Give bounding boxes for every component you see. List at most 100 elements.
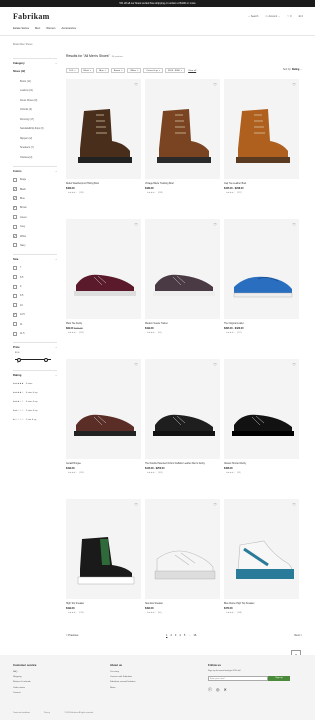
- heart-icon[interactable]: ♡: [292, 502, 296, 507]
- rating-toggle[interactable]: Rating −: [13, 374, 57, 377]
- rating-option[interactable]: ★☆☆☆☆ 1 star & up: [13, 415, 57, 424]
- filter-chip[interactable]: Black ×: [80, 68, 95, 73]
- filter-chip[interactable]: $100 - $300 ×: [165, 68, 186, 73]
- product-thumbnail[interactable]: ♡: [66, 499, 141, 599]
- size-option[interactable]: 11.5: [13, 329, 57, 338]
- category-item[interactable]: Sneakers (7): [13, 143, 57, 153]
- product-name[interactable]: The Double Patented Oxford Calfskin Leat…: [145, 463, 220, 465]
- product-name[interactable]: Gerald Brogue: [66, 463, 141, 465]
- close-icon[interactable]: ×: [181, 70, 182, 72]
- product-card[interactable]: ♡ Gerald Brogue $199.00 ★★★★☆ (120): [66, 359, 141, 499]
- page-number[interactable]: 1: [166, 634, 167, 637]
- product-card[interactable]: ♡ Rebel Weatherproof Hiking Boot $469.00 ★★…: [66, 79, 141, 219]
- page-number[interactable]: 5: [184, 634, 185, 637]
- newsletter-email-input[interactable]: Enter your email: [208, 676, 268, 681]
- product-card[interactable]: ♡ Blue Flame High Top Sneaker $470.00 ★★★★☆…: [224, 499, 299, 639]
- colors-option[interactable]: ✓ Brown: [13, 203, 57, 212]
- product-thumbnail[interactable]: ♡: [145, 219, 220, 319]
- footer-link[interactable]: News: [110, 686, 135, 691]
- rating-option[interactable]: ★★☆☆☆ 2 stars & up: [13, 406, 57, 415]
- product-card[interactable]: ♡ Modern Suede Trainer $199.00 ★★★★☆ (99): [145, 219, 220, 359]
- product-name[interactable]: New Era Sneaker: [145, 603, 220, 605]
- breadcrumb[interactable]: Books Men Shoes: [13, 43, 32, 46]
- category-item[interactable]: Chelsea (2): [13, 153, 57, 163]
- filter-chip[interactable]: White ×: [127, 68, 142, 73]
- heart-icon[interactable]: ♡: [292, 362, 296, 367]
- category-item[interactable]: Oxfords (3): [13, 105, 57, 115]
- heart-icon[interactable]: ♡: [213, 502, 217, 507]
- nav-estate[interactable]: Estate Series: [13, 27, 29, 30]
- nav-women[interactable]: Women: [46, 27, 55, 30]
- product-card[interactable]: ♡ Plain Toe Derby $99.00 $177.00 ★★★★☆ (209): [66, 219, 141, 359]
- heart-icon[interactable]: ♡: [134, 82, 138, 87]
- product-card[interactable]: ♡ The Double Patented Oxford Calfskin Lea…: [145, 359, 220, 499]
- close-icon[interactable]: ×: [74, 70, 75, 72]
- product-name[interactable]: Vintage Blaze Trekking Boot: [145, 183, 220, 185]
- next-page-link[interactable]: Next >: [294, 634, 302, 637]
- checkbox[interactable]: [13, 322, 17, 327]
- page-number[interactable]: 2: [170, 634, 171, 637]
- checkbox[interactable]: [13, 215, 17, 220]
- checkbox[interactable]: [13, 265, 17, 270]
- heart-icon[interactable]: ♡: [213, 362, 217, 367]
- category-item[interactable]: Sandals&Flip-flops (3): [13, 124, 57, 134]
- product-card[interactable]: ♡ New Era Sneaker $490.00 ★★★★☆ (90): [145, 499, 220, 639]
- colors-option[interactable]: Grey: [13, 222, 57, 231]
- close-icon[interactable]: ×: [105, 70, 106, 72]
- heart-icon[interactable]: ♡: [134, 222, 138, 227]
- size-option[interactable]: 7: [13, 263, 57, 272]
- product-thumbnail[interactable]: ♡: [224, 79, 299, 179]
- nav-men[interactable]: Men: [35, 27, 40, 30]
- close-icon[interactable]: ×: [90, 70, 91, 72]
- prev-page-link[interactable]: < Previous: [66, 634, 78, 637]
- colors-option[interactable]: ✓ Blue: [13, 194, 57, 203]
- page-number[interactable]: 4: [179, 634, 180, 637]
- checkbox[interactable]: ✓: [13, 234, 17, 239]
- size-option[interactable]: 10: [13, 301, 57, 310]
- colors-option[interactable]: Green: [13, 213, 57, 222]
- facebook-icon[interactable]: ⓕ: [208, 687, 212, 692]
- heart-icon[interactable]: ♡: [134, 502, 138, 507]
- colors-option[interactable]: ✓ White: [13, 231, 57, 240]
- product-name[interactable]: Modern Suede Trainer: [145, 323, 220, 325]
- colors-option[interactable]: Beige: [13, 175, 57, 184]
- cart-link[interactable]: ⊞ 0: [299, 15, 303, 18]
- color-toggle[interactable]: Colors −: [13, 170, 57, 173]
- product-name[interactable]: The Original Loafer: [224, 323, 299, 325]
- search-link[interactable]: ⌕ Search: [248, 15, 258, 18]
- product-thumbnail[interactable]: ♡: [145, 499, 220, 599]
- size-option[interactable]: 9.5: [13, 291, 57, 300]
- filter-chip[interactable]: Blue ×: [96, 68, 109, 73]
- checkbox[interactable]: [13, 275, 17, 280]
- heart-icon[interactable]: ♡: [213, 82, 217, 87]
- category-item[interactable]: Loafers (21): [13, 86, 57, 96]
- brand-logo[interactable]: Fabrikam: [13, 12, 50, 21]
- checkbox[interactable]: [13, 293, 17, 298]
- price-min-handle[interactable]: [16, 357, 21, 362]
- heart-icon[interactable]: ♡: [213, 222, 217, 227]
- footer-link[interactable]: Contact: [13, 691, 36, 696]
- category-item[interactable]: Boots (11): [13, 77, 57, 87]
- size-toggle[interactable]: Size −: [13, 258, 57, 261]
- twitter-icon[interactable]: ✕: [224, 687, 227, 692]
- product-name[interactable]: Rebel Weatherproof Hiking Boot: [66, 183, 141, 185]
- heart-icon[interactable]: ♡: [134, 362, 138, 367]
- product-thumbnail[interactable]: ♡: [224, 499, 299, 599]
- page-number[interactable]: 3: [175, 634, 176, 637]
- checkbox[interactable]: ✓: [13, 312, 17, 317]
- filter-chip[interactable]: 4 stars & up ×: [143, 68, 164, 73]
- close-icon[interactable]: ×: [121, 70, 122, 72]
- rating-option[interactable]: ★★★★☆ 4 stars & up: [13, 388, 57, 397]
- checkbox[interactable]: ✓: [13, 196, 17, 201]
- close-icon[interactable]: ×: [137, 70, 138, 72]
- product-card[interactable]: ♡ High Top Sneaker $199.00 ★★★★☆ (219): [66, 499, 141, 639]
- checkbox[interactable]: [13, 243, 17, 248]
- price-toggle[interactable]: Price −: [13, 346, 57, 349]
- filter-chip[interactable]: 10.5 ×: [66, 68, 79, 73]
- product-name[interactable]: Classic Shroud Derby: [224, 463, 299, 465]
- footer-link[interactable]: Fabrikam second Initiative: [110, 680, 135, 685]
- checkbox[interactable]: [13, 284, 17, 289]
- product-thumbnail[interactable]: ♡: [224, 359, 299, 459]
- size-option[interactable]: 11: [13, 319, 57, 328]
- product-name[interactable]: Cap Toe Leather Boot: [224, 183, 299, 185]
